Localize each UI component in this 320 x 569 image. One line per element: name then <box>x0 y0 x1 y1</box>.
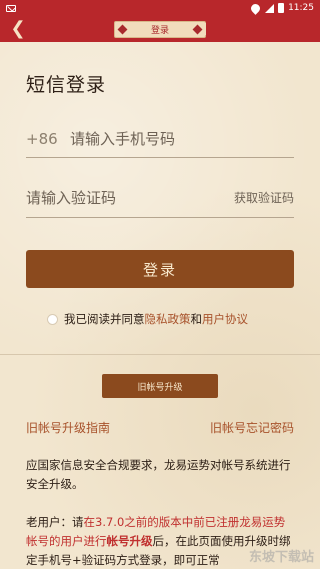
status-bar: 11:25 <box>0 0 320 16</box>
title-ornament-right-icon <box>200 23 206 35</box>
old-account-upgrade-button[interactable]: 旧帐号升级 <box>102 374 218 398</box>
mail-icon <box>6 4 16 12</box>
wifi-icon <box>249 1 262 15</box>
old-user-upgrade-term: 帐号升级 <box>106 534 153 548</box>
get-code-button[interactable]: 获取验证码 <box>234 189 294 206</box>
login-button[interactable]: 登录 <box>26 250 294 288</box>
status-time: 11:25 <box>288 3 314 13</box>
upgrade-guide-link[interactable]: 旧帐号升级指南 <box>26 419 110 436</box>
verification-code-input[interactable] <box>26 188 186 207</box>
agreement-prefix: 我已阅读并同意 <box>64 312 145 326</box>
phone-input[interactable] <box>70 129 270 148</box>
forgot-password-link[interactable]: 旧帐号忘记密码 <box>210 419 294 436</box>
watermark: 东坡下载站 <box>248 550 314 565</box>
info-paragraph: 应国家信息安全合规要求，龙易运势对帐号系统进行安全升级。 <box>26 458 291 491</box>
login-page: 短信登录 +86 获取验证码 登录 我已阅读并同意 隐私政策 和 用户协议 旧帐… <box>0 42 320 569</box>
page-header-title: 登录 <box>114 20 206 38</box>
agreement-and: 和 <box>190 312 203 326</box>
back-arrow-icon[interactable]: ❮ <box>8 19 28 39</box>
header: ❮ 登录 <box>0 16 320 42</box>
page-title: 短信登录 <box>26 74 107 96</box>
phone-row: +86 <box>26 120 294 158</box>
agreement-row: 我已阅读并同意 隐私政策 和 用户协议 <box>47 310 248 328</box>
divider <box>0 354 320 355</box>
code-row: 获取验证码 <box>26 178 294 218</box>
status-right: 11:25 <box>249 1 314 15</box>
old-user-lead: 老用户：请 <box>26 515 84 529</box>
user-agreement-link[interactable]: 用户协议 <box>202 311 248 327</box>
country-code[interactable]: +86 <box>26 130 70 148</box>
battery-icon <box>278 3 285 13</box>
privacy-policy-link[interactable]: 隐私政策 <box>145 311 191 327</box>
agree-radio[interactable] <box>47 313 58 325</box>
signal-icon <box>265 3 275 13</box>
status-left <box>6 4 16 12</box>
